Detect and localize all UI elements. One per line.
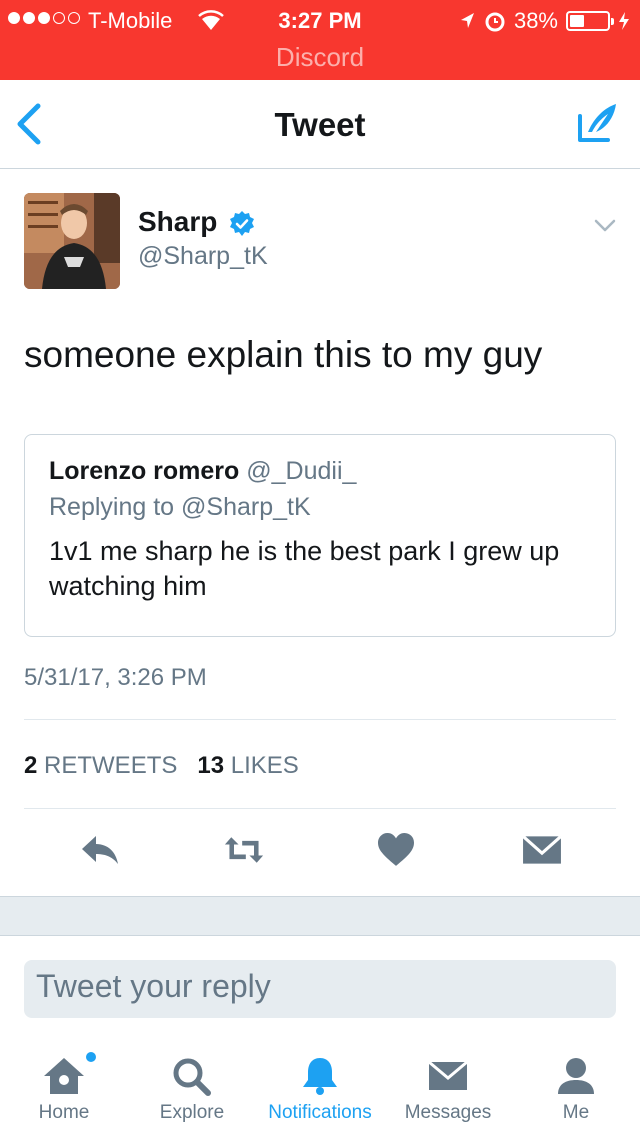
verified-badge-icon [230, 211, 254, 236]
battery-icon [566, 11, 614, 31]
quoted-tweet-text: 1v1 me sharp he is the best park I grew … [49, 536, 560, 601]
new-content-dot [86, 1052, 96, 1062]
location-arrow-icon [460, 13, 474, 28]
divider [24, 719, 616, 720]
quoted-author: Lorenzo romero @_Dudii_ [49, 457, 356, 486]
tab-notifications[interactable]: Notifications [256, 1050, 384, 1136]
retweets-label: RETWEETS [44, 752, 178, 779]
quoted-author-handle: @_Dudii_ [246, 457, 357, 485]
tab-messages-label: Messages [404, 1102, 492, 1123]
reply-icon[interactable] [80, 832, 120, 868]
tab-home[interactable]: Home [0, 1050, 128, 1136]
page-title: Tweet [274, 106, 366, 143]
tab-me-label: Me [562, 1102, 590, 1123]
tweet-text: someone explain this to my guy [24, 334, 543, 375]
tab-me[interactable]: Me [512, 1050, 640, 1136]
retweet-stat[interactable]: 2 RETWEETS [24, 752, 177, 779]
likes-label: LIKES [230, 752, 299, 779]
author-name[interactable]: Sharp [138, 206, 217, 238]
status-bar: T-Mobile 3:27 PM 38% Discord [0, 0, 640, 80]
quoted-tweet-card[interactable]: Lorenzo romero @_Dudii_ Replying to @Sha… [24, 434, 616, 637]
tab-messages[interactable]: Messages [384, 1050, 512, 1136]
author-handle[interactable]: @Sharp_tK [138, 242, 268, 271]
person-icon [558, 1058, 594, 1094]
author-avatar[interactable] [24, 193, 120, 289]
likes-count: 13 [197, 752, 225, 779]
tab-notifications-label: Notifications [268, 1102, 372, 1123]
bell-icon [303, 1058, 337, 1095]
tab-explore[interactable]: Explore [128, 1050, 256, 1136]
compose-tweet-icon[interactable] [574, 102, 618, 146]
return-to-app-banner[interactable]: Discord [0, 42, 640, 73]
navigation-bar: Tweet [0, 80, 640, 169]
alarm-icon [485, 12, 505, 32]
chevron-down-icon[interactable] [594, 218, 616, 234]
tweet-stats: 2 RETWEETS 13 LIKES [24, 752, 299, 780]
home-icon [44, 1058, 84, 1094]
envelope-icon [428, 1060, 468, 1090]
section-separator [0, 896, 640, 936]
tweet-timestamp: 5/31/17, 3:26 PM [24, 664, 207, 691]
like-stat[interactable]: 13 LIKES [197, 752, 298, 779]
quoted-replying-to: Replying to @Sharp_tK [49, 493, 311, 521]
divider [24, 808, 616, 809]
retweets-count: 2 [24, 752, 38, 779]
direct-message-icon[interactable] [522, 832, 562, 868]
battery-percent: 38% [513, 8, 558, 33]
quoted-author-name: Lorenzo romero [49, 457, 240, 485]
like-heart-icon[interactable] [376, 832, 416, 868]
tab-explore-label: Explore [159, 1102, 225, 1123]
retweet-icon[interactable] [224, 832, 264, 868]
charging-icon [619, 12, 629, 30]
search-icon [173, 1058, 211, 1096]
tab-home-label: Home [38, 1102, 90, 1123]
reply-input[interactable]: Tweet your reply [24, 960, 616, 1018]
